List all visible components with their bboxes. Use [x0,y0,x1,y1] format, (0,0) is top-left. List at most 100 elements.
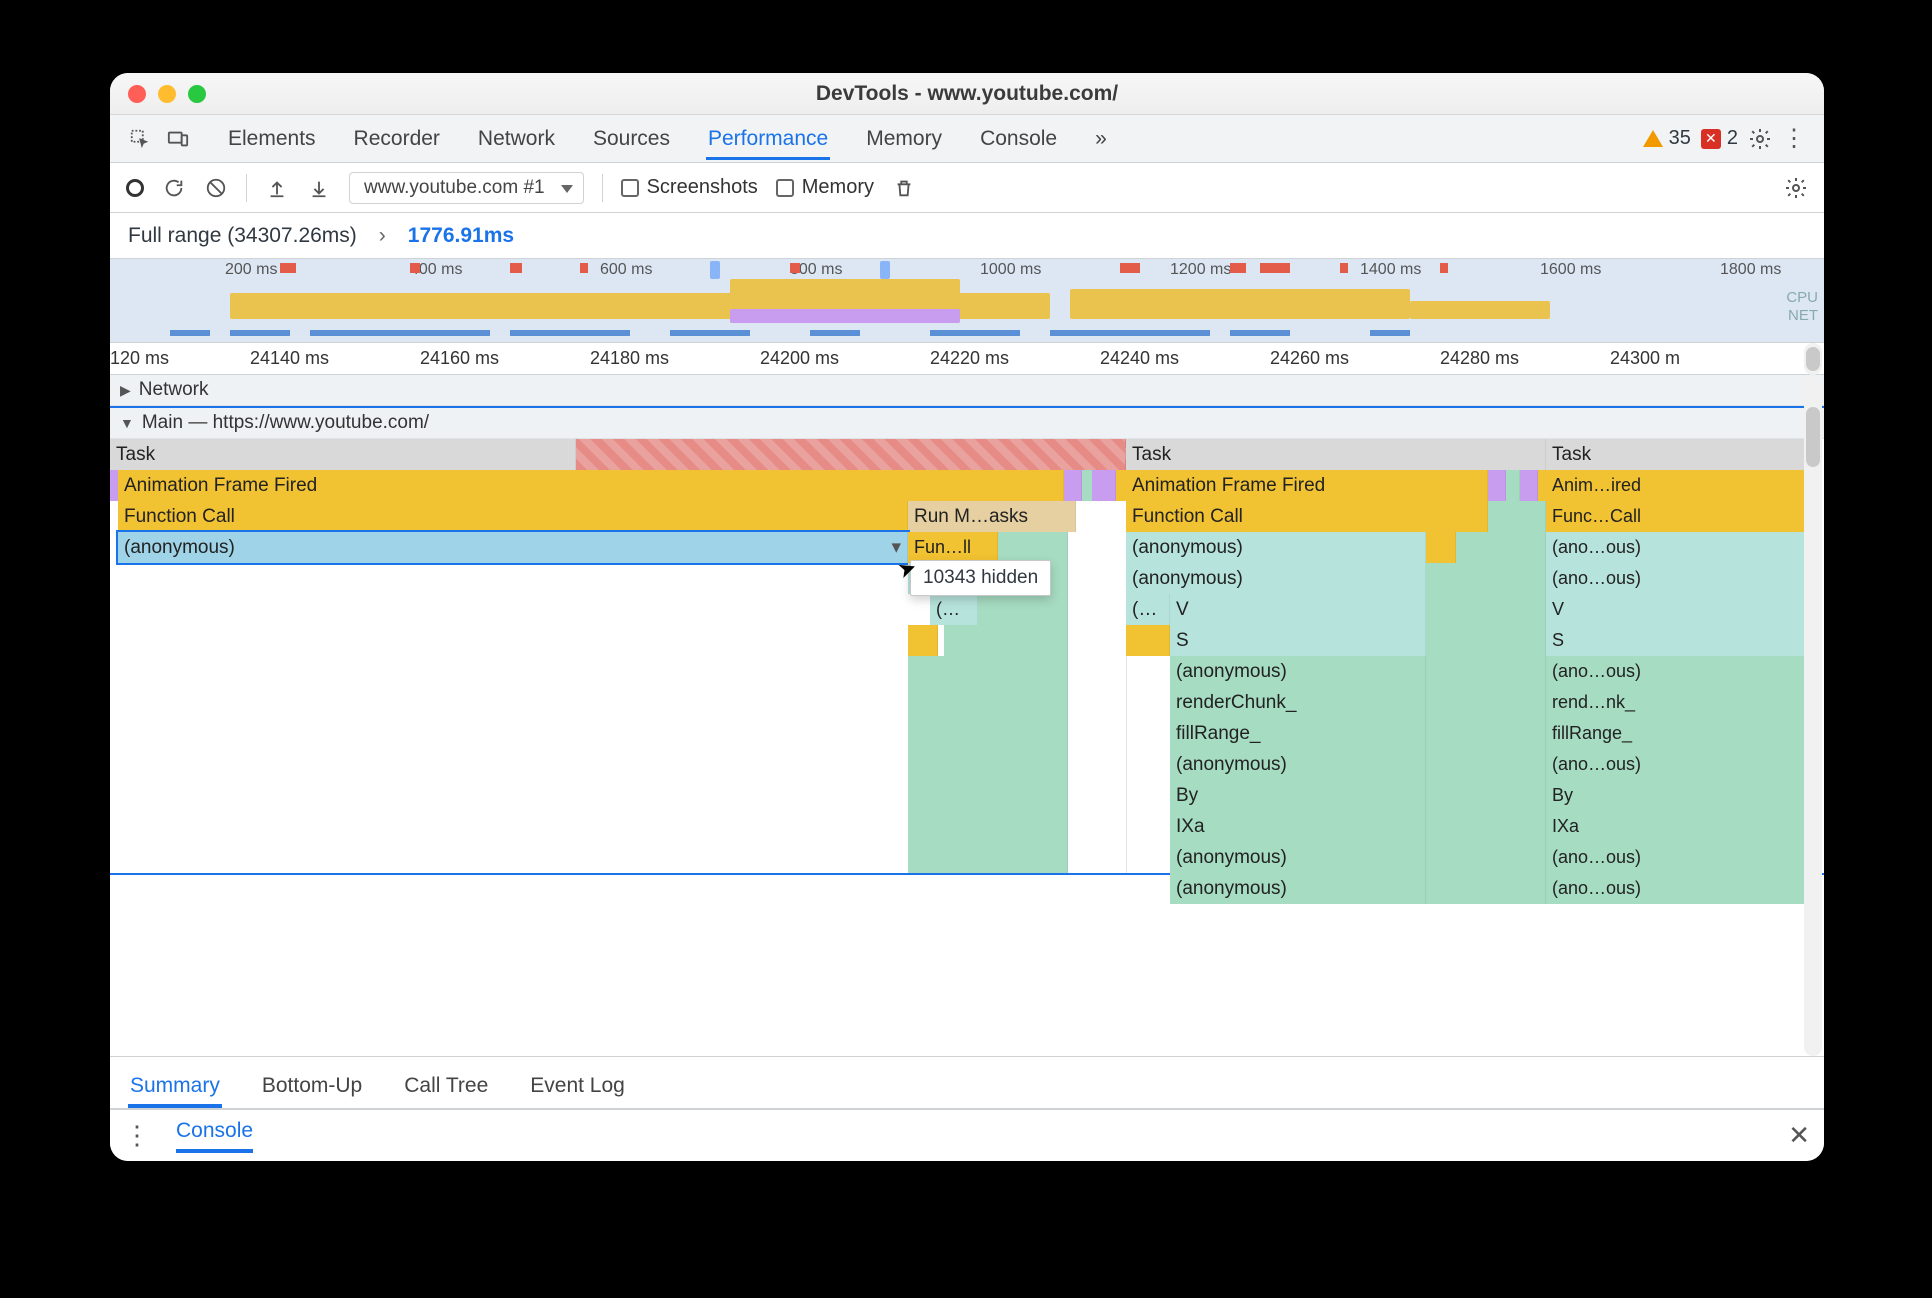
flame-anonymous[interactable]: (ano…ous) [1546,656,1806,687]
flame-task[interactable]: Task [1126,439,1546,470]
flame-fillrange[interactable]: fillRange_ [1546,718,1806,749]
flame-animation-frame-fired[interactable]: Anim…ired [1546,470,1806,501]
clear-button[interactable] [204,176,228,200]
flame-segment[interactable] [1126,625,1170,656]
flame-function-call[interactable]: Function Call [118,501,908,532]
flame-task[interactable]: Task [1546,439,1806,470]
flame-segment[interactable] [1426,625,1546,656]
chevron-down-icon[interactable]: ▾ [891,536,901,559]
memory-checkbox[interactable]: Memory [776,176,874,199]
flame-anonymous[interactable]: (ano…ous) [1546,532,1806,563]
network-track-header[interactable]: ▶ Network [110,375,1824,406]
flame-segment[interactable] [998,532,1068,563]
flame-segment[interactable] [908,656,1068,687]
flame-segment[interactable] [944,625,1068,656]
flame-segment[interactable] [1064,470,1082,501]
flame-anonymous[interactable]: (ano…ous) [1546,749,1806,780]
flame-segment[interactable] [1426,842,1546,873]
tracks-scrollbar[interactable] [1804,375,1822,1056]
flame-segment[interactable] [1506,470,1520,501]
flame-anonymous[interactable]: (anonymous) [1126,563,1426,594]
minimize-window-button[interactable] [158,85,176,103]
flame-function-call[interactable]: Function Call [1126,501,1488,532]
flame-animation-frame-fired[interactable]: Animation Frame Fired [118,470,1064,501]
details-tab-event-log[interactable]: Event Log [528,1074,627,1108]
upload-profile-icon[interactable] [265,176,289,200]
drawer-menu-icon[interactable]: ⋮ [124,1120,150,1151]
flame-segment[interactable] [1488,501,1546,532]
drawer-close-icon[interactable]: ✕ [1788,1120,1810,1151]
tab-sources[interactable]: Sources [591,118,672,160]
capture-settings-gear-icon[interactable] [1784,176,1808,200]
tab-elements[interactable]: Elements [226,118,318,160]
flame-anonymous[interactable]: (ano…ous) [1546,873,1806,904]
details-tab-call-tree[interactable]: Call Tree [402,1074,490,1108]
flame-V[interactable]: V [1170,594,1426,625]
tab-memory[interactable]: Memory [864,118,944,160]
flame-IXa[interactable]: IXa [1170,811,1426,842]
errors-count[interactable]: ✕ 2 [1701,127,1738,150]
flame-segment[interactable] [908,687,1068,718]
flame-segment[interactable] [1092,470,1116,501]
flame-segment[interactable] [1426,873,1546,904]
close-window-button[interactable] [128,85,146,103]
record-button[interactable] [126,179,144,197]
flame-anonymous[interactable]: (anonymous) [1170,842,1426,873]
main-track-header[interactable]: ▼ Main — https://www.youtube.com/ [110,408,1824,439]
flame-segment[interactable] [1520,470,1538,501]
flame-segment[interactable] [908,842,1068,873]
flame-segment[interactable] [1426,749,1546,780]
flame-segment[interactable] [908,718,1068,749]
download-profile-icon[interactable] [307,176,331,200]
flame-V[interactable]: V [1546,594,1806,625]
flame-anonymous[interactable]: (… [1126,594,1170,625]
flame-segment[interactable] [1426,780,1546,811]
zoom-window-button[interactable] [188,85,206,103]
flame-function-call[interactable]: Func…Call [1546,501,1806,532]
device-toggle-icon[interactable] [166,127,190,151]
flame-By[interactable]: By [1546,780,1806,811]
settings-gear-icon[interactable] [1748,127,1772,151]
flame-anonymous[interactable]: (anonymous) [1170,873,1426,904]
flame-S[interactable]: S [1546,625,1806,656]
full-range-crumb[interactable]: Full range (34307.26ms) [128,224,357,248]
flame-fillrange[interactable]: fillRange_ [1170,718,1426,749]
flame-segment[interactable] [1426,811,1546,842]
selection-crumb[interactable]: 1776.91ms [408,224,514,248]
overview-handle-right[interactable] [880,261,890,279]
flame-IXa[interactable]: IXa [1546,811,1806,842]
flame-segment[interactable] [1426,718,1546,749]
reload-button[interactable] [162,176,186,200]
flame-task[interactable]: Task [110,439,576,470]
flame-segment[interactable] [1456,532,1546,563]
flame-anonymous[interactable]: (anonymous) [1170,656,1426,687]
flame-anonymous[interactable]: (ano…ous) [1546,842,1806,873]
flame-renderchunk[interactable]: renderChunk_ [1170,687,1426,718]
flame-segment[interactable] [1426,563,1546,594]
tab-console[interactable]: Console [978,118,1059,160]
flame-segment[interactable] [1426,687,1546,718]
flame-anonymous-selected[interactable]: (anonymous) ▾ [118,532,908,563]
tab-performance[interactable]: Performance [706,118,830,160]
details-tab-bottom-up[interactable]: Bottom-Up [260,1074,364,1108]
flame-anonymous[interactable]: (ano…ous) [1546,563,1806,594]
flame-animation-frame-fired[interactable]: Animation Frame Fired [1126,470,1488,501]
flame-segment[interactable] [1488,470,1506,501]
flame-task-longtask[interactable] [576,439,1126,470]
tab-more[interactable]: » [1093,118,1109,160]
warnings-count[interactable]: 35 [1643,127,1691,150]
flame-run-microtasks[interactable]: Run M…asks [908,501,1076,532]
screenshots-checkbox[interactable]: Screenshots [621,176,758,199]
flame-segment[interactable] [908,780,1068,811]
flame-segment[interactable] [908,625,938,656]
flame-function-call[interactable]: Fun…ll [908,532,998,563]
flame-renderchunk[interactable]: rend…nk_ [1546,687,1806,718]
profile-select[interactable]: www.youtube.com #1 [349,172,584,204]
flame-S[interactable]: S [1170,625,1426,656]
drawer-tab-console[interactable]: Console [176,1119,253,1153]
flame-anonymous[interactable]: (… [930,594,978,625]
flame-segment[interactable] [908,811,1068,842]
flame-segment[interactable] [1426,532,1456,563]
tab-network[interactable]: Network [476,118,557,160]
flame-ruler[interactable]: 120 ms 24140 ms 24160 ms 24180 ms 24200 … [110,343,1824,375]
